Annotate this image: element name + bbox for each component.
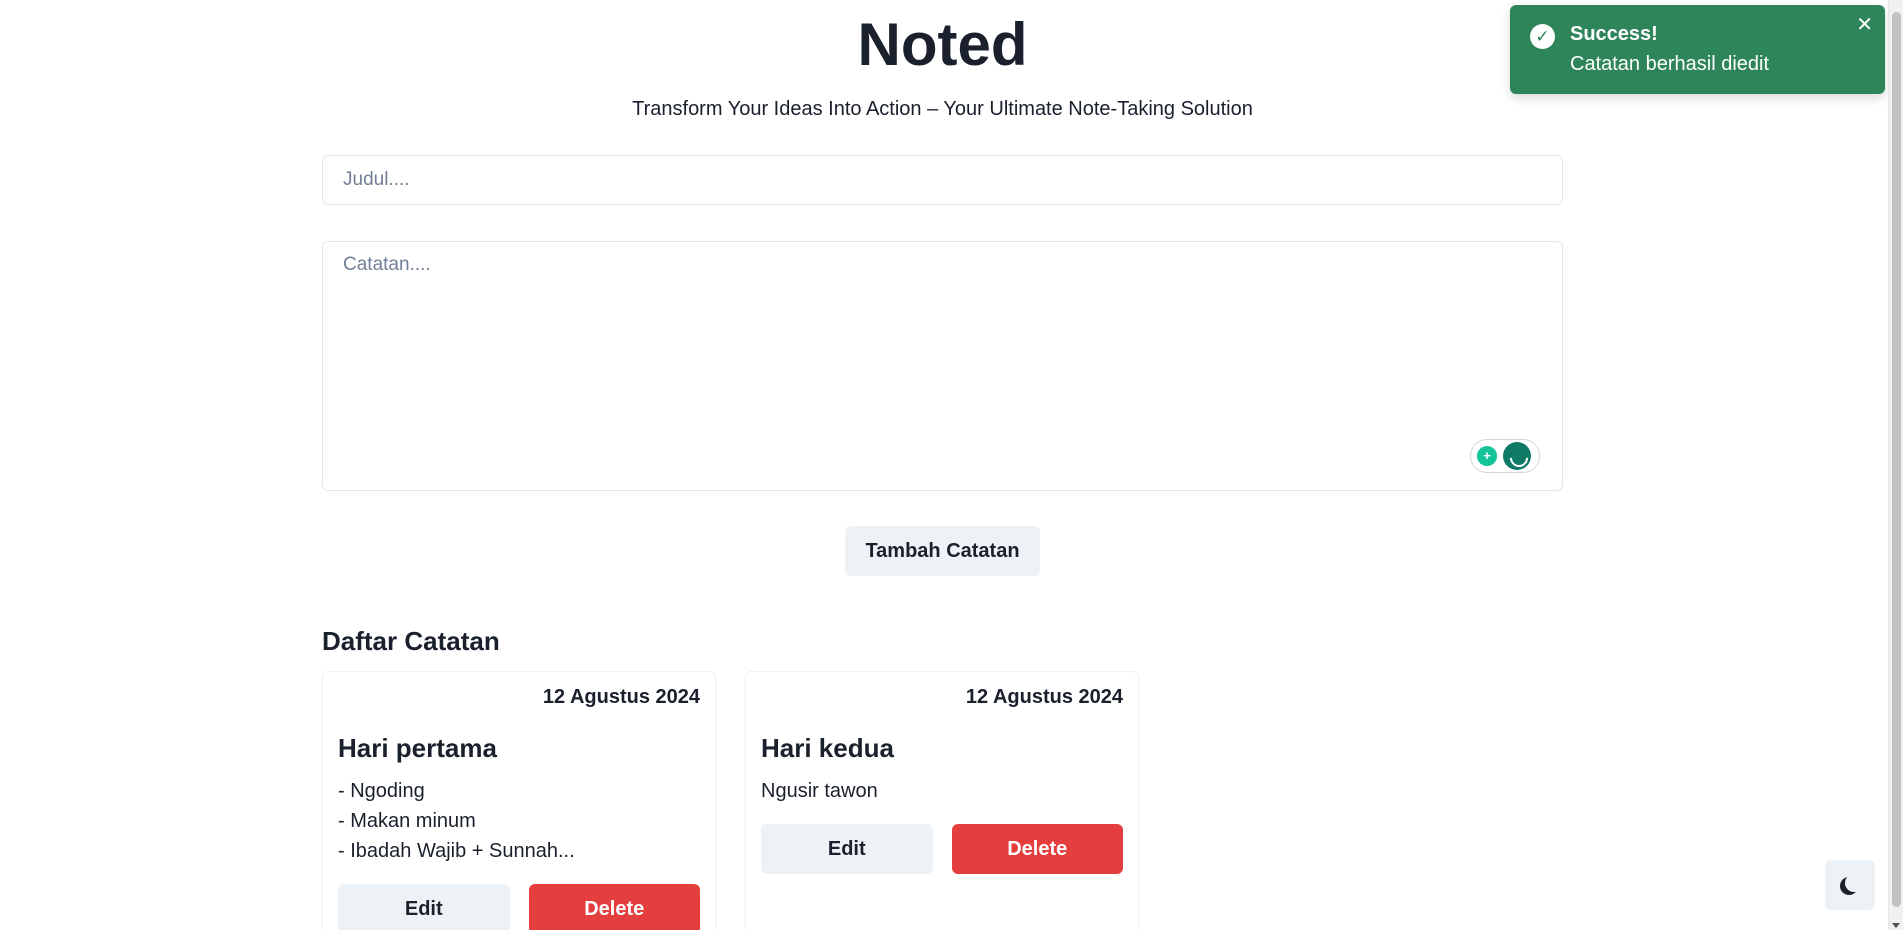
- toast-title: Success!: [1570, 23, 1658, 45]
- note-actions: Edit Delete: [338, 884, 700, 930]
- note-body: - Ngoding - Makan minum - Ibadah Wajib +…: [338, 776, 700, 866]
- note-title: Hari pertama: [338, 733, 497, 763]
- close-icon[interactable]: ✕: [1856, 15, 1873, 35]
- toast-description: Catatan berhasil diedit: [1570, 53, 1770, 75]
- note-actions: Edit Delete: [761, 824, 1123, 874]
- note-card: 12 Agustus 2024 Hari kedua Ngusir tawon …: [745, 671, 1139, 930]
- moon-icon: [1845, 874, 1863, 892]
- edit-button[interactable]: Edit: [761, 824, 933, 874]
- page-title: Noted: [857, 11, 1028, 78]
- notes-list: 12 Agustus 2024 Hari pertama - Ngoding -…: [322, 671, 1563, 930]
- note-date: 12 Agustus 2024: [542, 686, 700, 708]
- note-body-line: - Ibadah Wajib + Sunnah...: [338, 840, 575, 862]
- check-circle-icon: ✓: [1530, 24, 1555, 49]
- note-body-line: - Makan minum: [338, 810, 476, 832]
- add-row: Tambah Catatan: [322, 526, 1563, 576]
- lightbulb-icon[interactable]: +: [1477, 446, 1497, 466]
- delete-button[interactable]: Delete: [951, 824, 1123, 874]
- theme-toggle-button[interactable]: [1825, 860, 1875, 910]
- note-body-line: Ngusir tawon: [761, 780, 878, 802]
- scrollbar-thumb[interactable]: [1892, 12, 1901, 907]
- note-body: Ngusir tawon: [761, 776, 1123, 806]
- scroll-down-arrow-icon[interactable]: [1892, 923, 1900, 928]
- title-input[interactable]: [322, 155, 1563, 205]
- note-textarea[interactable]: [322, 241, 1563, 491]
- edit-button[interactable]: Edit: [338, 884, 510, 930]
- delete-button[interactable]: Delete: [528, 884, 700, 930]
- note-textarea-wrapper: +: [322, 241, 1563, 491]
- page-subtitle: Transform Your Ideas Into Action – Your …: [632, 98, 1253, 120]
- note-card: 12 Agustus 2024 Hari pertama - Ngoding -…: [322, 671, 716, 930]
- note-title: Hari kedua: [761, 733, 894, 763]
- success-toast: ✓ Success! Catatan berhasil diedit ✕: [1510, 5, 1885, 94]
- page-scrollbar[interactable]: [1888, 0, 1903, 930]
- assistant-icon[interactable]: [1503, 442, 1531, 470]
- note-date: 12 Agustus 2024: [965, 686, 1123, 708]
- notes-heading: Daftar Catatan: [322, 626, 500, 656]
- main-container: Noted Transform Your Ideas Into Action –…: [322, 0, 1563, 930]
- writing-assistant-widget[interactable]: +: [1470, 439, 1540, 473]
- note-body-line: - Ngoding: [338, 780, 425, 802]
- add-note-button[interactable]: Tambah Catatan: [845, 526, 1040, 576]
